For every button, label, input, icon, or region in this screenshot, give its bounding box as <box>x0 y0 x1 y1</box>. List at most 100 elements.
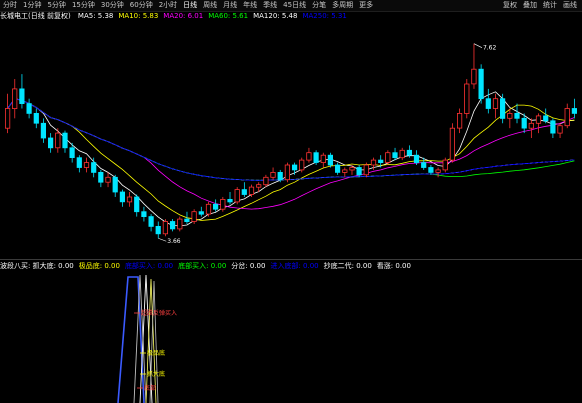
indicator-label: 看涨: 0.00 <box>376 262 411 270</box>
period-tab[interactable]: 日线 <box>180 0 200 11</box>
period-tab[interactable]: 15分钟 <box>69 0 98 11</box>
pane-divider <box>0 259 582 260</box>
indicator-marker: 极品底 <box>147 349 165 357</box>
candle-body <box>349 167 355 171</box>
period-tab[interactable]: 60分钟 <box>127 0 156 11</box>
toolbar-action[interactable]: 画线 <box>560 0 580 11</box>
candle-body <box>62 132 68 149</box>
indicator-label: 进入底部: 0.00 <box>270 262 319 270</box>
candle-body <box>428 167 434 173</box>
candle-body <box>543 115 549 122</box>
candle-body <box>492 98 499 109</box>
high-label: 7.62 <box>483 45 497 52</box>
period-tab[interactable]: 2小时 <box>156 0 180 11</box>
period-tab[interactable]: 5分钟 <box>44 0 68 11</box>
candle-body <box>392 152 398 158</box>
candle-body <box>12 88 18 110</box>
toolbar-action[interactable]: 复权 <box>500 0 520 11</box>
candle-body <box>535 115 542 124</box>
candlestick-chart[interactable]: 7.62 3.66 <box>0 21 582 259</box>
period-tab[interactable]: 年线 <box>240 0 260 11</box>
candle-body <box>571 108 578 114</box>
candle-body <box>263 176 269 186</box>
candle-body <box>378 159 384 164</box>
candle-body <box>148 216 154 227</box>
high-leader <box>473 43 483 48</box>
indicator-label: 底部买入: 0.00 <box>124 262 174 270</box>
period-tab[interactable]: 1分钟 <box>20 0 44 11</box>
candle-body <box>141 211 147 217</box>
indicator-label: 分岔: 0.00 <box>231 262 266 270</box>
ma10-line <box>7 98 575 221</box>
indicator-label: 波段八买: 抓大底: 0.00 <box>0 262 74 270</box>
candle-body <box>385 152 391 163</box>
candle-body <box>320 154 326 163</box>
ma20-line <box>7 98 575 210</box>
period-tab[interactable]: 分笔 <box>309 0 329 11</box>
candle-body <box>5 108 11 129</box>
candle-body <box>119 191 125 203</box>
candle-body <box>550 120 556 134</box>
indicator-marker: 底部 <box>144 384 156 392</box>
period-tab[interactable]: 多周期 <box>329 0 356 11</box>
period-tab[interactable]: 45日线 <box>280 0 309 11</box>
ma-label: MA60: 5.61 <box>208 12 249 20</box>
indicator-label: 底部买入: 0.00 <box>178 262 227 270</box>
candle-body <box>478 68 484 100</box>
candle-body <box>177 218 183 230</box>
period-tab[interactable]: 月线 <box>220 0 240 11</box>
candle-body <box>112 176 118 193</box>
candle-body <box>220 198 226 210</box>
period-tab[interactable]: 更多 <box>356 0 376 11</box>
candle-body <box>284 164 291 181</box>
candle-body <box>291 164 298 171</box>
indicator-marker: 抓大底 <box>147 370 165 378</box>
candle-body <box>557 125 563 134</box>
ma-label: MA250: 5.31 <box>302 12 347 20</box>
indicator-chart[interactable]: 超跌反弹买入极品底抓大底底部 <box>0 271 582 403</box>
low-leader <box>158 237 167 242</box>
candle-body <box>26 103 32 114</box>
candle-body <box>155 225 161 235</box>
candle-body <box>234 189 240 203</box>
candle-body <box>399 149 405 159</box>
candle-body <box>499 98 506 119</box>
indicator-label: 极品底: 0.00 <box>78 262 120 270</box>
indicator-legend: 波段八买: 抓大底: 0.00 极品底: 0.00 底部买入: 0.00 底部买入: … <box>0 261 582 271</box>
candle-body <box>564 108 570 127</box>
toolbar-action[interactable]: 统计 <box>540 0 560 11</box>
candle-body <box>435 169 441 173</box>
period-items: 分时 1分钟 5分钟 15分钟 30分钟 60分钟 2小时 日线 周线 月线 年线 季线 45日线 分笔多… <box>0 1 376 9</box>
candle-body <box>205 203 212 215</box>
candle-body <box>83 162 90 168</box>
candle-body <box>363 164 369 176</box>
period-tab[interactable]: 分时 <box>0 0 20 11</box>
candle-body <box>48 137 54 149</box>
candle-body <box>126 196 133 203</box>
candle-body <box>442 159 448 171</box>
candle-body <box>33 113 39 124</box>
candle-body <box>256 184 262 188</box>
ma-legend: MA5: 5.38 MA10: 5.83 MA20: 6.01 MA60: 5.61 M… <box>78 12 352 20</box>
ma-label: MA5: 5.38 <box>77 12 114 20</box>
candle-body <box>406 149 413 156</box>
candle-body <box>184 218 190 223</box>
candle-body <box>413 154 420 163</box>
ma5-line <box>7 91 575 227</box>
candle-body <box>471 68 477 85</box>
candle-body <box>485 98 491 109</box>
candle-body <box>55 132 61 149</box>
candle-body <box>105 176 111 183</box>
period-tab[interactable]: 30分钟 <box>98 0 127 11</box>
candle-body <box>134 196 140 213</box>
stock-title: 长城电工(日线 前复权) <box>0 12 71 20</box>
low-label: 3.66 <box>167 238 181 245</box>
period-tab[interactable]: 季线 <box>260 0 280 11</box>
candle-body <box>19 88 25 105</box>
blue-spike <box>117 276 145 403</box>
period-tab[interactable]: 周线 <box>200 0 220 11</box>
candle-body <box>227 198 233 203</box>
indicator-marker: 超跌反弹买入 <box>141 309 177 317</box>
toolbar-action[interactable]: 叠加 <box>520 0 540 11</box>
indicator-label: 抄底二代: 0.00 <box>323 262 372 270</box>
